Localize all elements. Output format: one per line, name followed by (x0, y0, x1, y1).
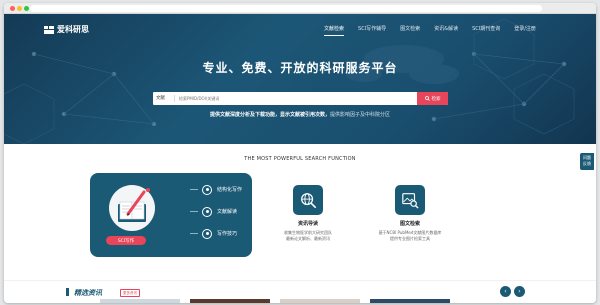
feature-icon-box (293, 185, 323, 215)
chevron-left-icon: ‹ (504, 288, 507, 295)
search-button[interactable]: 检索 (417, 92, 448, 105)
divider-dash (190, 189, 198, 190)
news-accent-bar (66, 288, 69, 296)
hero-subtitle-bold: 提供文献深度分析及下载功能，显示文献被引用次数， (209, 112, 330, 118)
section-title: THE MOST POWERFUL SEARCH FUNCTION (244, 156, 356, 162)
browser-window: 爱科研思 文献检索 SCI写作辅导 图文检索 资讯&解读 SCI期刊查询 登录/… (4, 3, 596, 303)
nav-item-journal-query[interactable]: SCI期刊查询 (472, 25, 500, 32)
nav-item-literature-search[interactable]: 文献检索 (324, 25, 345, 36)
feature-title: 资讯导读 (297, 221, 318, 227)
address-bar[interactable] (30, 5, 542, 12)
ring-icon (202, 184, 212, 195)
image-search-icon (402, 193, 419, 209)
hero-banner: 爱科研思 文献检索 SCI写作辅导 图文检索 资讯&解读 SCI期刊查询 登录/… (4, 14, 596, 144)
feature-desc-line: 最新论文解析、最新资讯 (286, 236, 330, 241)
divider-dash (190, 233, 198, 234)
nav-item-news[interactable]: 资讯&解读 (434, 25, 458, 32)
news-thumbnail[interactable] (100, 299, 180, 303)
close-dot[interactable] (10, 6, 15, 11)
list-item[interactable]: 写作技巧 (190, 227, 242, 240)
logo-icon (44, 25, 54, 34)
feature-icon-box (395, 185, 425, 215)
feature-title: 图文检索 (399, 221, 420, 227)
feedback-tab[interactable]: 问题 反馈 (580, 153, 594, 170)
nav-item-login[interactable]: 登录/注册 (514, 25, 536, 32)
writing-item-label: 结构化写作 (217, 187, 243, 193)
writing-feature-list: 结构化写作 文献解读 写作技巧 (190, 183, 242, 249)
site-logo[interactable]: 爱科研思 (44, 24, 89, 35)
list-item[interactable]: 结构化写作 (190, 183, 242, 196)
globe-search-icon (301, 193, 317, 209)
browser-chrome (4, 3, 596, 14)
list-item[interactable]: 文献解读 (190, 205, 242, 218)
news-thumbnail[interactable] (280, 299, 360, 303)
news-title: 精选资讯 (74, 289, 102, 297)
search-icon (424, 96, 430, 101)
writing-item-label: 文献解读 (217, 209, 238, 215)
feature-description: 基于NCBI PubMed文献图片数据库 提供专业图片检索工具 (370, 230, 450, 242)
minimize-dot[interactable] (17, 6, 22, 11)
brand-name: 爱科研思 (57, 25, 89, 34)
feature-desc-line: 提供专业图片检索工具 (390, 236, 430, 241)
hero-subtitle: 提供文献深度分析及下载功能，显示文献被引用次数，提供影响因子及中科院分区 (4, 111, 596, 118)
divider-dash (190, 211, 198, 212)
network-background-graphic (4, 18, 575, 144)
search-type-select[interactable]: 文献 (156, 95, 165, 101)
news-section: 精选资讯 更多资讯 ‹ › (4, 280, 596, 303)
writing-illustration-icon (109, 185, 155, 231)
search-input[interactable] (179, 94, 409, 103)
search-divider (174, 95, 175, 102)
news-more-link[interactable]: 更多资讯 (120, 289, 140, 297)
chevron-right-icon: › (518, 288, 521, 295)
maximize-dot[interactable] (24, 6, 29, 11)
feature-news-reading[interactable]: 资讯导读 收集生物医学前大研究团队 最新论文解析、最新资讯 (268, 185, 348, 242)
ring-icon (202, 206, 212, 217)
sci-writing-button[interactable]: SCI写作 (106, 236, 146, 245)
nav-item-sci-writing[interactable]: SCI写作辅导 (358, 25, 386, 32)
search-button-label: 检索 (431, 96, 441, 102)
news-thumbnail[interactable] (190, 299, 270, 303)
hero-title: 专业、免费、开放的科研服务平台 (202, 61, 398, 75)
writing-item-label: 写作技巧 (217, 231, 238, 237)
news-prev-button[interactable]: ‹ (500, 286, 511, 297)
top-nav: 文献检索 SCI写作辅导 图文检索 资讯&解读 SCI期刊查询 登录/注册 (324, 25, 550, 36)
hero-subtitle-light: 提供影响因子及中科院分区 (330, 112, 391, 118)
feedback-line: 反馈 (583, 160, 591, 166)
news-thumbnail[interactable] (370, 299, 450, 303)
news-next-button[interactable]: › (514, 286, 525, 297)
feature-image-search[interactable]: 图文检索 基于NCBI PubMed文献图片数据库 提供专业图片检索工具 (370, 185, 450, 242)
search-bar: 文献 检索 (153, 92, 448, 105)
nav-item-image-search[interactable]: 图文检索 (400, 25, 420, 32)
sci-writing-card[interactable]: 结构化写作 文献解读 写作技巧 SCI写作 (90, 173, 252, 257)
feature-description: 收集生物医学前大研究团队 最新论文解析、最新资讯 (268, 230, 348, 242)
ring-icon (202, 228, 212, 239)
